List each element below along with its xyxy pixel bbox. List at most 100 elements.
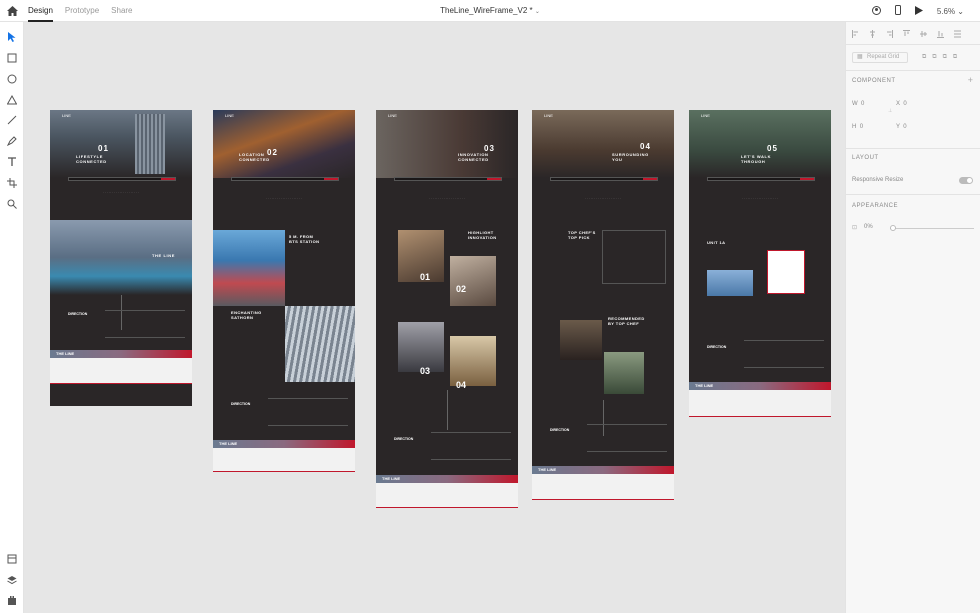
intro-caption: · · · · · · · · · · · · · · · · · · · · (429, 196, 465, 200)
intro-caption: · · · · · · · · · · · · · · · · · · · · (585, 196, 621, 200)
repeat-grid-button[interactable]: ▦ Repeat Grid (852, 52, 908, 63)
feature-title-2: ENCHANTING SATHORN (231, 310, 262, 320)
play-icon[interactable] (914, 5, 923, 17)
footer (213, 448, 355, 472)
repeat-grid-label: Repeat Grid (867, 54, 900, 60)
align-left-icon[interactable] (852, 30, 859, 40)
top-right-tools: 5.6% ⌄ (871, 0, 964, 22)
link-icon[interactable]: ⊥ (888, 108, 892, 114)
booking-bar[interactable] (707, 177, 815, 181)
tab-share[interactable]: Share (111, 0, 132, 22)
tab-prototype[interactable]: Prototype (65, 0, 99, 22)
opacity-slider[interactable] (890, 228, 974, 229)
footer-banner: THE LINE (376, 475, 518, 483)
feature-title-2: RECOMMENDED BY TOP CHEF (608, 316, 645, 326)
booking-bar[interactable] (394, 177, 502, 181)
item-number: 04 (456, 380, 467, 390)
plugins-panel-icon[interactable] (5, 594, 19, 608)
x-field[interactable]: X 0 (896, 101, 907, 107)
responsive-resize-toggle[interactable] (959, 177, 973, 184)
artboard-tool-icon[interactable] (5, 176, 19, 190)
h-field[interactable]: H 0 (852, 124, 863, 130)
pen-tool-icon[interactable] (5, 134, 19, 148)
brand-logo: LINE (544, 113, 553, 118)
document-title[interactable]: TheLine_WireFrame_V2 * (440, 6, 532, 15)
register-button[interactable] (487, 178, 501, 180)
register-button[interactable] (161, 178, 175, 180)
align-top-icon[interactable] (903, 30, 910, 40)
footer-accent (376, 506, 518, 508)
mobile-preview-icon[interactable] (894, 5, 901, 17)
top-bar: Design Prototype Share TheLine_WireFrame… (0, 0, 980, 22)
y-field[interactable]: Y 0 (896, 124, 907, 130)
unit-title: UNIT 1A (707, 240, 726, 245)
user-icon[interactable] (871, 5, 881, 17)
footer-brand: THE LINE (56, 351, 75, 356)
home-icon[interactable] (0, 0, 24, 22)
opacity-slider-handle[interactable] (890, 225, 896, 231)
booking-bar[interactable] (68, 177, 176, 181)
footer (376, 483, 518, 508)
direction-map (268, 398, 348, 426)
subtract-icon[interactable]: ⧉ (932, 54, 936, 61)
polygon-tool-icon[interactable] (5, 93, 19, 107)
interior-image-2 (450, 256, 496, 306)
align-right-icon[interactable] (886, 30, 893, 40)
item-number: 03 (420, 366, 431, 376)
opacity-value[interactable]: 0% (864, 224, 873, 230)
tab-design[interactable]: Design (28, 0, 53, 22)
register-button[interactable] (800, 178, 814, 180)
ellipse-tool-icon[interactable] (5, 72, 19, 86)
add-icon[interactable]: ⧉ (922, 54, 926, 61)
direction-map (105, 310, 185, 338)
direction-heading: DIRECTION (550, 428, 570, 432)
assets-panel-icon[interactable] (5, 552, 19, 566)
artboard-walkthrough[interactable]: LINE 05 LET'S WALK THROUGH · · · · · · ·… (689, 110, 831, 417)
zoom-level[interactable]: 5.6% ⌄ (937, 7, 964, 16)
direction-heading: DIRECTION (707, 345, 727, 349)
align-middle-icon[interactable] (920, 30, 927, 40)
x-value: 0 (903, 101, 907, 107)
register-button[interactable] (643, 178, 657, 180)
item-number: 01 (420, 272, 431, 282)
align-bottom-icon[interactable] (937, 30, 944, 40)
hero-image (376, 110, 518, 178)
design-canvas[interactable]: LINE 01 LIFESTYLE CONNECTED · · · · · · … (24, 22, 845, 613)
booking-bar[interactable] (550, 177, 658, 181)
artboard-location[interactable]: LINE 02 LOCATION CONNECTED · · · · · · ·… (213, 110, 355, 472)
register-button[interactable] (324, 178, 338, 180)
line-tool-icon[interactable] (5, 113, 19, 127)
footer-accent (689, 415, 831, 417)
chevron-down-icon: ⌄ (957, 6, 964, 16)
brand-logo: LINE (225, 113, 234, 118)
zoom-tool-icon[interactable] (5, 197, 19, 211)
artboard-innovation[interactable]: LINE 03 INNOVATION CONNECTED · · · · · ·… (376, 110, 518, 508)
hero-title: LET'S WALK THROUGH (741, 154, 772, 164)
exclude-icon[interactable]: ⧉ (953, 54, 957, 61)
align-center-icon[interactable] (869, 30, 876, 40)
artboard-surrounding[interactable]: LINE 04 SURROUNDING YOU · · · · · · · · … (532, 110, 674, 500)
footer-banner: THE LINE (532, 466, 674, 474)
booking-bar[interactable] (231, 177, 339, 181)
intersect-icon[interactable]: ⧉ (943, 54, 947, 61)
distribute-icon[interactable] (954, 30, 961, 40)
floor-plan (767, 250, 805, 294)
area-map (602, 230, 666, 284)
artboard-lifestyle[interactable]: LINE 01 LIFESTYLE CONNECTED · · · · · · … (50, 110, 192, 406)
footer (50, 358, 192, 384)
item-number: 02 (456, 284, 467, 294)
rectangle-tool-icon[interactable] (5, 51, 19, 65)
hero-title: LIFESTYLE CONNECTED (76, 154, 107, 164)
brand-logo: LINE (701, 113, 710, 118)
zoom-value: 5.6% (936, 6, 956, 16)
layers-panel-icon[interactable] (5, 573, 19, 587)
h-value: 0 (859, 124, 864, 130)
hero-title: LOCATION CONNECTED (239, 152, 270, 162)
align-tools (852, 30, 961, 40)
add-component-icon[interactable]: + (968, 75, 973, 85)
text-tool-icon[interactable] (5, 155, 19, 169)
w-field[interactable]: W 0 (852, 101, 864, 107)
train-image (213, 230, 285, 306)
select-tool-icon[interactable] (5, 30, 19, 44)
chevron-down-icon[interactable]: ⌄ (535, 9, 540, 15)
